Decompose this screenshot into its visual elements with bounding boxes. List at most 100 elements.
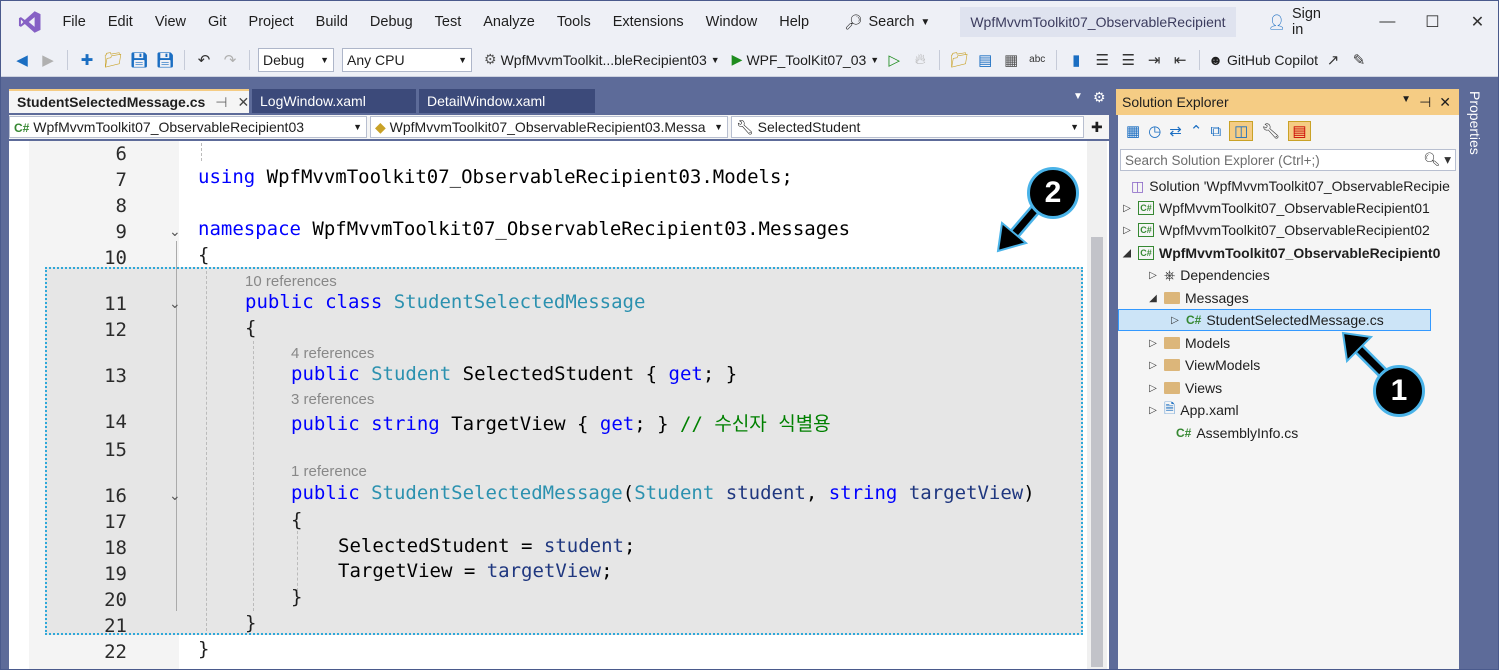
save-all-icon[interactable]: 💾︎: [154, 49, 176, 71]
pin-icon[interactable]: ⊣: [215, 94, 227, 111]
platform-select[interactable]: Any CPU ▼: [342, 47, 472, 72]
hot-reload-icon[interactable]: 🔥︎: [909, 49, 931, 71]
configuration-select[interactable]: Debug ▼: [258, 47, 334, 72]
switch-views-icon[interactable]: ▦: [1126, 122, 1140, 140]
github-copilot-button[interactable]: ☻ GitHub Copilot: [1208, 52, 1318, 68]
menu-test[interactable]: Test: [424, 1, 473, 43]
forward-icon[interactable]: ▶: [37, 49, 59, 71]
tab-detail-window[interactable]: DetailWindow.xaml: [419, 89, 595, 113]
close-icon[interactable]: ✕: [1439, 94, 1451, 111]
menu-help[interactable]: Help: [768, 1, 820, 43]
expand-icon[interactable]: ▷: [1147, 360, 1159, 371]
menu-view[interactable]: View: [144, 1, 197, 43]
sync-icon[interactable]: ⇄: [1169, 122, 1182, 140]
menu-window[interactable]: Window: [695, 1, 769, 43]
save-icon[interactable]: 💾︎: [128, 49, 150, 71]
start-without-debugging-icon[interactable]: ▷: [883, 49, 905, 71]
new-item-icon[interactable]: ✚: [76, 49, 98, 71]
redo-icon[interactable]: ↷: [219, 49, 241, 71]
expand-icon[interactable]: ▷: [1121, 225, 1133, 236]
properties-side-tab[interactable]: [1465, 89, 1498, 669]
collapse-icon[interactable]: ◢: [1147, 293, 1159, 304]
comment-icon[interactable]: ☰: [1091, 49, 1113, 71]
split-window-icon[interactable]: ✚: [1091, 119, 1103, 136]
menu-extensions[interactable]: Extensions: [602, 1, 695, 43]
feedback-icon[interactable]: ✎: [1348, 49, 1370, 71]
outdent-icon[interactable]: ⇤: [1169, 49, 1191, 71]
tree-item-student-selected-message[interactable]: ▷ C# StudentSelectedMessage.cs: [1118, 309, 1431, 331]
tree-item-project-03[interactable]: ◢ C# WpfMvvmToolkit07_ObservableRecipien…: [1121, 242, 1457, 264]
menu-git[interactable]: Git: [197, 1, 238, 43]
expand-icon[interactable]: ▷: [1147, 338, 1159, 349]
start-debugging-button[interactable]: ▶ WPF_ToolKit07_03 ▼: [732, 51, 880, 68]
codelens-references[interactable]: 1 reference: [291, 463, 367, 480]
tree-item-solution[interactable]: ◫ Solution 'WpfMvvmToolkit07_ObservableR…: [1131, 175, 1457, 197]
xaml-icon[interactable]: ▦: [1000, 49, 1022, 71]
tree-item-models[interactable]: ▷ Models: [1147, 332, 1457, 354]
tab-log-window[interactable]: LogWindow.xaml: [252, 89, 416, 113]
tree-item-project-02[interactable]: ▷ C# WpfMvvmToolkit07_ObservableRecipien…: [1121, 219, 1457, 241]
type-dropdown[interactable]: ◆ WpfMvvmToolkit07_ObservableRecipient03…: [370, 116, 728, 138]
tree-item-dependencies[interactable]: ▷ ⎈ Dependencies: [1147, 264, 1457, 286]
tab-overflow-icon[interactable]: ▼: [1073, 91, 1083, 102]
dropdown-icon[interactable]: ▼: [1401, 94, 1411, 111]
type-name: StudentSelectedMessage: [393, 291, 646, 313]
startup-project-select[interactable]: ⚙ WpfMvvmToolkit...bleRecipient03 ▼: [484, 51, 720, 68]
uncomment-icon[interactable]: ☰: [1117, 49, 1139, 71]
codelens-references[interactable]: 10 references: [245, 273, 337, 290]
menu-edit[interactable]: Edit: [97, 1, 144, 43]
menu-project[interactable]: Project: [238, 1, 305, 43]
minimize-button[interactable]: —: [1365, 13, 1410, 31]
menu-build[interactable]: Build: [305, 1, 359, 43]
close-icon[interactable]: ✕: [238, 94, 250, 111]
codelens-references[interactable]: 3 references: [291, 391, 374, 408]
startup-project-value: WpfMvvmToolkit...bleRecipient03: [500, 51, 707, 68]
codelens-references[interactable]: 4 references: [291, 345, 374, 362]
indent-icon[interactable]: ⇥: [1143, 49, 1165, 71]
collapse-icon[interactable]: ◢: [1121, 248, 1133, 259]
tab-student-selected-message[interactable]: StudentSelectedMessage.cs ⊣ ✕: [9, 89, 249, 113]
punctuation: ,: [805, 482, 818, 504]
menu-analyze[interactable]: Analyze: [472, 1, 546, 43]
expand-icon[interactable]: ▷: [1147, 383, 1159, 394]
tree-item-messages[interactable]: ◢ Messages: [1147, 287, 1457, 309]
tree-item-assemblyinfo[interactable]: C# AssemblyInfo.cs: [1159, 422, 1457, 444]
back-icon[interactable]: ◀: [11, 49, 33, 71]
line-number: 15: [104, 439, 127, 461]
sign-in-button[interactable]: 👤︎ Sign in: [1268, 6, 1335, 38]
pin-icon[interactable]: ⊣: [1419, 94, 1431, 111]
menu-debug[interactable]: Debug: [359, 1, 424, 43]
show-all-files-icon[interactable]: ◫: [1229, 121, 1254, 141]
member-dropdown[interactable]: 🔧︎ SelectedStudent ▼: [731, 116, 1084, 138]
collapse-icon[interactable]: ⌄: [169, 487, 181, 504]
collapse-icon[interactable]: ⌄: [169, 223, 181, 240]
project-dropdown[interactable]: C# WpfMvvmToolkit07_ObservableRecipient0…: [9, 116, 367, 138]
menu-tools[interactable]: Tools: [546, 1, 602, 43]
properties-icon[interactable]: 🔧︎: [1261, 122, 1280, 140]
layout-icon[interactable]: ▤: [974, 49, 996, 71]
search-button[interactable]: 🔎︎ Search ▼: [834, 14, 940, 31]
solution-search-input[interactable]: Search Solution Explorer (Ctrl+;) 🔍︎ ▾: [1120, 149, 1456, 171]
share-icon[interactable]: ↗: [1322, 49, 1344, 71]
tree-item-project-01[interactable]: ▷ C# WpfMvvmToolkit07_ObservableRecipien…: [1121, 197, 1457, 219]
expand-icon[interactable]: ▷: [1169, 315, 1181, 326]
expand-icon[interactable]: ▷: [1147, 270, 1159, 281]
close-window-button[interactable]: ✕: [1455, 12, 1498, 32]
open-folder-icon[interactable]: 📁︎: [102, 49, 124, 71]
collapse-all-icon[interactable]: ⌃: [1190, 122, 1203, 140]
spellcheck-icon[interactable]: abc: [1026, 49, 1048, 71]
collapse-icon[interactable]: ⌄: [169, 295, 181, 312]
maximize-button[interactable]: ☐: [1410, 12, 1455, 32]
scrollbar-thumb[interactable]: [1091, 237, 1103, 667]
chevron-down-icon: ▼: [714, 122, 723, 132]
expand-icon[interactable]: ▷: [1121, 203, 1133, 214]
settings-icon[interactable]: ⚙: [1093, 89, 1106, 106]
expand-icon[interactable]: ▷: [1147, 405, 1159, 416]
browse-folder-icon[interactable]: 📁︎: [948, 49, 970, 71]
bookmark-icon[interactable]: ▮: [1065, 49, 1087, 71]
copy-icon[interactable]: ⧉: [1210, 123, 1221, 140]
preview-icon[interactable]: ▤: [1288, 121, 1311, 141]
history-icon[interactable]: ◷: [1148, 122, 1161, 140]
undo-icon[interactable]: ↶: [193, 49, 215, 71]
menu-file[interactable]: File: [54, 1, 96, 43]
